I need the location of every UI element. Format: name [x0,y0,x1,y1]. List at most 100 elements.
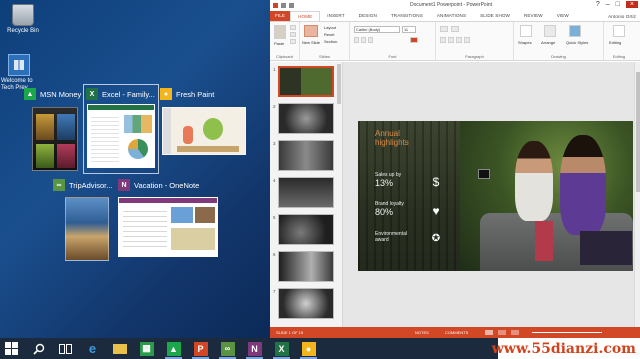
tab-home[interactable]: HOME [290,11,321,21]
zoom-slider[interactable] [532,332,602,333]
heart-icon: ♥ [432,204,440,218]
reading-view-icon[interactable] [511,330,519,335]
slide-thumbnail[interactable]: 4 [270,177,342,210]
format-painter-icon[interactable] [290,39,296,44]
taskbar-excel[interactable]: X [270,338,293,359]
help-button[interactable]: ? [596,1,600,8]
copy-icon[interactable] [290,32,296,37]
font-name-select[interactable]: Calibri (Body) [354,26,400,33]
slide-thumbnail[interactable]: 5 [270,214,342,247]
align-left-button[interactable] [440,37,446,43]
tab-file[interactable]: FILE [270,11,291,21]
italic-button[interactable] [361,37,366,43]
center-button[interactable] [448,37,454,43]
desktop-icon-label: Recycle Bin [7,28,39,34]
quick-access-toolbar [273,3,294,8]
shapes-icon[interactable] [520,25,532,37]
minimize-button[interactable]: – [606,1,610,8]
tab-slide-show[interactable]: SLIDE SHOW [473,11,517,21]
paste-label: Paste [274,41,285,46]
normal-view-icon[interactable] [485,330,493,335]
taskbar-fresh-paint[interactable]: ● [297,338,320,359]
taskbar-tripadvisor[interactable]: ∞ [216,338,239,359]
taskbar-powerpoint[interactable]: P [189,338,212,359]
shapes-button[interactable]: Shapes [518,40,532,45]
taskbar-onenote[interactable]: N [243,338,266,359]
taskbar-start[interactable] [0,338,23,359]
task-view-window-excel[interactable]: X Excel - Family... [83,84,159,174]
tab-review[interactable]: REVIEW [517,11,550,21]
scrollbar-thumb[interactable] [636,72,640,192]
task-view-window-fresh-paint[interactable]: ● Fresh Paint [160,87,246,171]
slide-thumbnail[interactable]: 7 [270,288,342,321]
align-right-button[interactable] [456,37,462,43]
font-color-button[interactable] [410,37,418,43]
dollar-icon: $ [432,175,440,189]
bullets-button[interactable] [440,26,448,32]
bold-button[interactable] [354,37,359,43]
notes-button[interactable]: NOTES [415,330,429,335]
slide-thumbnail[interactable]: 1 [270,66,342,99]
slide-thumbnail[interactable]: 2 [270,103,342,136]
reset-button[interactable]: Reset [324,32,334,37]
group-clipboard: Paste Clipboard [270,22,300,60]
maximize-button[interactable]: □ [616,1,620,8]
tripadvisor-icon: ∞ [53,179,65,191]
msn-money-icon: ▲ [24,88,36,100]
quick-styles-button[interactable]: Quick Styles [566,40,588,45]
tripadvisor-icon: ∞ [220,341,235,356]
tab-design[interactable]: DESIGN [352,11,384,21]
section-button[interactable]: Section [324,39,337,44]
ribbon: Paste Clipboard New Slide Layout Reset S… [270,21,640,61]
taskbar-store[interactable]: ▦ [135,338,158,359]
taskbar-search[interactable] [27,338,50,359]
paste-button[interactable] [274,25,286,39]
taskbar-task-view[interactable] [54,338,77,359]
taskbar-file-explorer[interactable] [108,338,131,359]
editing-button[interactable]: Editing [609,40,621,45]
desktop-icon-recycle-bin[interactable]: Recycle Bin [3,4,43,35]
task-view-window-msn-money[interactable]: ▲ MSN Money [24,87,84,175]
close-button[interactable]: × [625,1,638,8]
tab-view[interactable]: VIEW [550,11,576,21]
group-drawing: Shapes Arrange Quick Styles Drawing [514,22,604,60]
arrange-button[interactable]: Arrange [541,40,555,45]
comments-button[interactable]: COMMENTS [445,330,468,335]
layout-button[interactable]: Layout [324,25,336,30]
slide-thumbnail-pane: 1 2 3 4 5 6 7 [270,62,343,327]
arrange-icon[interactable] [544,25,556,37]
file-explorer-icon [112,343,127,354]
tab-insert[interactable]: INSERT [320,11,351,21]
cut-icon[interactable] [290,25,296,30]
user-name[interactable]: Antonio Ortiz [608,14,640,19]
task-view-window-tripadvisor[interactable]: ∞ TripAdvisor... [53,178,117,264]
slide-thumbnail[interactable]: 6 [270,251,342,284]
powerpoint-window: Document1 Powerpoint - PowerPoint ? – □ … [270,0,640,338]
taskbar-msn-money[interactable]: ▲ [162,338,185,359]
award-icon: ✪ [431,233,441,244]
save-icon[interactable] [281,3,286,8]
editing-icon[interactable] [613,25,625,37]
recycle-bin-icon [12,4,34,26]
font-size-select[interactable]: 11 [402,26,416,33]
quick-styles-icon[interactable] [569,25,581,37]
numbering-button[interactable] [451,26,459,32]
taskbar-internet-explorer[interactable]: e [81,338,104,359]
slide-sorter-icon[interactable] [498,330,506,335]
editor-scrollbar[interactable] [634,62,640,327]
underline-button[interactable] [368,37,373,43]
slide-pane-scrollbar[interactable] [337,64,341,104]
slide-thumbnail[interactable]: 3 [270,140,342,173]
new-slide-button[interactable] [304,25,318,37]
window-title: Document1 Powerpoint - PowerPoint [410,2,492,8]
tab-animations[interactable]: ANIMATIONS [430,11,473,21]
powerpoint-icon[interactable] [273,3,278,8]
task-view-window-onenote[interactable]: N Vacation - OneNote [118,178,218,260]
slide-count: SLIDE 1 OF 15 [276,330,304,335]
undo-icon[interactable] [289,3,294,8]
status-bar: SLIDE 1 OF 15 NOTES COMMENTS [270,327,640,338]
justify-button[interactable] [464,37,470,43]
current-slide[interactable]: Annual highlights Sales up by 13% $ Bran… [358,121,633,271]
tab-transitions[interactable]: TRANSITIONS [384,11,430,21]
stat-sales: Sales up by 13% [375,172,402,188]
